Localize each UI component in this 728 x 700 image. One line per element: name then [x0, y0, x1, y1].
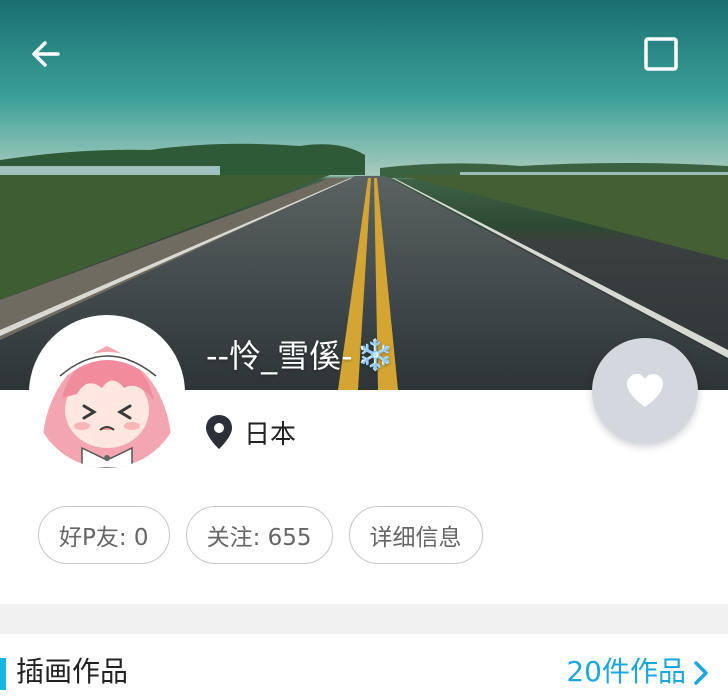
square-icon — [644, 37, 678, 71]
friends-chip[interactable]: 好P友: 0 — [38, 506, 170, 564]
illustrations-section-header: 插画作品 20件作品 — [0, 634, 728, 700]
chevron-right-icon[interactable] — [692, 660, 710, 686]
works-count-link[interactable]: 20件作品 — [566, 652, 686, 692]
section-title: 插画作品 — [16, 655, 129, 688]
heart-icon — [627, 374, 663, 407]
section-accent-bar — [0, 658, 6, 690]
location-row: 日本 — [204, 410, 296, 454]
snowflake-emoji-icon: ❄️ — [356, 338, 395, 373]
back-arrow-icon — [32, 41, 60, 67]
following-chip[interactable]: 关注: 655 — [185, 506, 333, 564]
anime-girl-avatar-image — [32, 318, 182, 468]
window-button[interactable] — [643, 36, 691, 84]
username: --怜_雪傒- ❄️ — [206, 332, 394, 380]
location-pin-icon — [206, 415, 232, 449]
avatar[interactable] — [32, 318, 182, 468]
profile-stats: 好P友: 0 关注: 655 详细信息 — [38, 506, 483, 564]
back-button[interactable] — [28, 36, 76, 84]
favorite-button[interactable] — [592, 338, 698, 444]
details-chip[interactable]: 详细信息 — [348, 506, 483, 564]
username-text: --怜_雪傒- — [206, 337, 353, 375]
location-text: 日本 — [244, 419, 297, 450]
section-divider — [0, 604, 728, 634]
